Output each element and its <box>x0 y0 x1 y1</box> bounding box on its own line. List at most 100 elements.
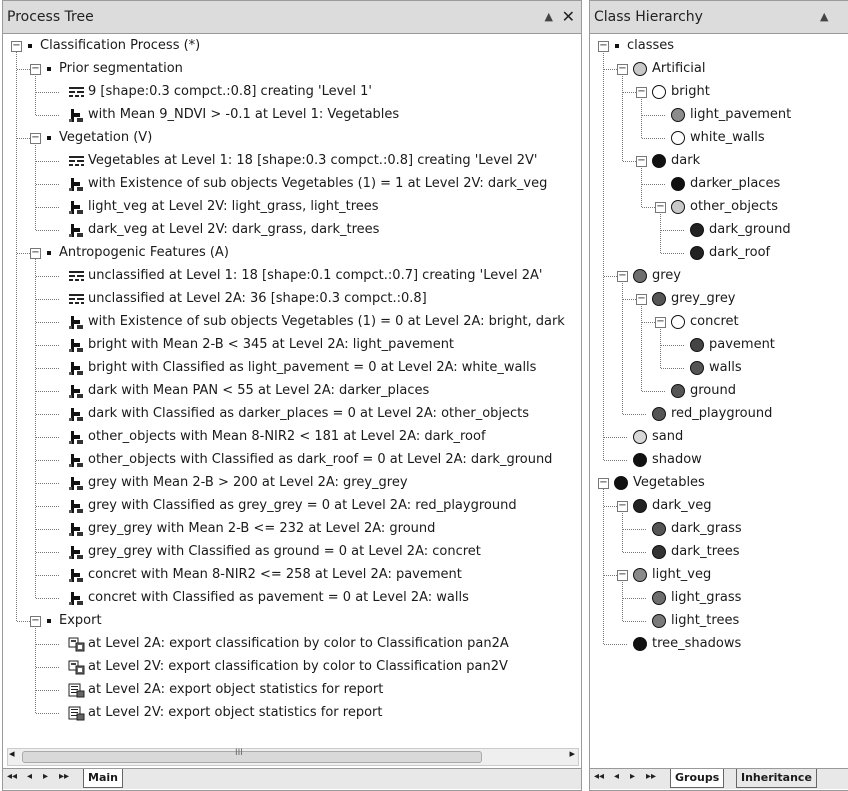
process-tree-item[interactable]: at Level 2V: export classification by co… <box>3 656 581 678</box>
class-tree-item[interactable]: − dark <box>590 150 848 172</box>
collapse-toggle-icon[interactable]: − <box>598 478 609 489</box>
class-tree-item[interactable]: − classes <box>590 35 848 57</box>
process-tree-item[interactable]: dark with Mean PAN < 55 at Level 2A: dar… <box>3 380 581 402</box>
process-tree-item[interactable]: light_veg at Level 2V: light_grass, ligh… <box>3 196 581 218</box>
collapse-toggle-icon[interactable]: − <box>30 616 41 627</box>
collapse-toggle-icon[interactable]: − <box>598 41 609 52</box>
class-tree-item[interactable]: tree_shadows <box>590 633 848 655</box>
class-tree-item[interactable]: dark_grass <box>590 518 848 540</box>
next-tab-icon[interactable]: ▸ <box>630 771 635 782</box>
process-tree-item[interactable]: dark with Classified as darker_places = … <box>3 403 581 425</box>
process-tree-item[interactable]: grey_grey with Classified as ground = 0 … <box>3 541 581 563</box>
class-color-icon <box>652 545 666 559</box>
tree-connector-line <box>36 667 59 668</box>
class-tree-item[interactable]: − light_veg <box>590 564 848 586</box>
process-tree-item[interactable]: − Prior segmentation <box>3 58 581 80</box>
first-tab-icon[interactable]: ◂◂ <box>7 771 17 782</box>
class-tree-item[interactable]: walls <box>590 357 848 379</box>
process-tree-item[interactable]: concret with Mean 8-NIR2 <= 258 at Level… <box>3 564 581 586</box>
collapse-toggle-icon[interactable]: − <box>636 156 647 167</box>
collapse-toggle-icon[interactable]: − <box>617 64 628 75</box>
process-tree-item[interactable]: unclassified at Level 2A: 36 [shape:0.3 … <box>3 288 581 310</box>
class-tree-item[interactable]: − grey_grey <box>590 288 848 310</box>
first-tab-icon[interactable]: ◂◂ <box>594 771 604 782</box>
tab-main[interactable]: Main <box>83 769 123 788</box>
class-tree-item[interactable]: − Vegetables <box>590 472 848 494</box>
class-tree-item[interactable]: shadow <box>590 449 848 471</box>
collapse-toggle-icon[interactable]: − <box>30 64 41 75</box>
process-tree-item[interactable]: Vegetables at Level 1: 18 [shape:0.3 com… <box>3 150 581 172</box>
collapse-toggle-icon[interactable]: − <box>11 41 22 52</box>
process-tree-item[interactable]: with Existence of sub objects Vegetables… <box>3 311 581 333</box>
process-tree-item[interactable]: other_objects with Classified as dark_ro… <box>3 449 581 471</box>
process-tree-item[interactable]: 9 [shape:0.3 compct.:0.8] creating 'Leve… <box>3 81 581 103</box>
class-tree-item[interactable]: − concret <box>590 311 848 333</box>
classification-icon <box>68 591 85 606</box>
process-tree-item[interactable]: grey with Classified as grey_grey = 0 at… <box>3 495 581 517</box>
collapse-toggle-icon[interactable]: − <box>30 248 41 259</box>
collapse-toggle-icon[interactable]: − <box>655 317 666 328</box>
process-tree-item[interactable]: other_objects with Mean 8-NIR2 < 181 at … <box>3 426 581 448</box>
class-tree-item[interactable]: white_walls <box>590 127 848 149</box>
prev-tab-icon[interactable]: ◂ <box>614 771 619 782</box>
process-tree-item[interactable]: at Level 2A: export object statistics fo… <box>3 679 581 701</box>
close-icon[interactable]: ✕ <box>562 1 575 33</box>
process-tree-item[interactable]: bright with Classified as light_pavement… <box>3 357 581 379</box>
next-tab-icon[interactable]: ▸ <box>43 771 48 782</box>
scrollbar-thumb[interactable]: III <box>22 748 482 763</box>
scroll-right-arrow-icon[interactable]: ▸ <box>569 747 575 760</box>
collapse-toggle-icon[interactable]: − <box>617 271 628 282</box>
class-tree-item[interactable]: light_pavement <box>590 104 848 126</box>
tab-inheritance[interactable]: Inheritance <box>736 769 817 788</box>
process-tree-item[interactable]: at Level 2V: export object statistics fo… <box>3 702 581 724</box>
collapse-toggle-icon[interactable]: − <box>636 294 647 305</box>
process-tree-item[interactable]: bright with Mean 2-B < 345 at Level 2A: … <box>3 334 581 356</box>
process-tree-item[interactable]: − Vegetation (V) <box>3 127 581 149</box>
prev-tab-icon[interactable]: ◂ <box>27 771 32 782</box>
collapse-toggle-icon[interactable]: − <box>655 202 666 213</box>
class-tree-item[interactable]: − bright <box>590 81 848 103</box>
process-tree-item[interactable]: − Antropogenic Features (A) <box>3 242 581 264</box>
tab-groups[interactable]: Groups <box>670 769 725 788</box>
class-tree-item[interactable]: − dark_veg <box>590 495 848 517</box>
class-tree-item[interactable]: light_trees <box>590 610 848 632</box>
collapse-toggle-icon[interactable]: − <box>617 570 628 581</box>
process-tree-item[interactable]: with Mean 9_NDVI > -0.1 at Level 1: Vege… <box>3 104 581 126</box>
classification-icon <box>68 338 85 353</box>
process-tree-item[interactable]: with Existence of sub objects Vegetables… <box>3 173 581 195</box>
process-tree-item[interactable]: − Classification Process (*) <box>3 35 581 57</box>
process-tree-item[interactable]: grey with Mean 2-B > 200 at Level 2A: gr… <box>3 472 581 494</box>
last-tab-icon[interactable]: ▸▸ <box>59 771 69 782</box>
last-tab-icon[interactable]: ▸▸ <box>646 771 656 782</box>
tree-item-label: dark_ground <box>709 222 791 237</box>
process-tree-item[interactable]: at Level 2A: export classification by co… <box>3 633 581 655</box>
class-tree-item[interactable]: − grey <box>590 265 848 287</box>
horizontal-scrollbar[interactable]: ◂ III ▸ <box>7 747 579 766</box>
class-tree-item[interactable]: − Artificial <box>590 58 848 80</box>
class-tree-item[interactable]: dark_roof <box>590 242 848 264</box>
collapse-toggle-icon[interactable]: − <box>636 87 647 98</box>
class-tree-item[interactable]: ground <box>590 380 848 402</box>
class-tree-item[interactable]: dark_ground <box>590 219 848 241</box>
process-tree-tabbar: ◂◂ ◂ ▸ ▸▸ Main <box>3 768 581 789</box>
process-tree-item[interactable]: − Export <box>3 610 581 632</box>
collapse-toggle-icon[interactable]: − <box>617 501 628 512</box>
class-tree-item[interactable]: pavement <box>590 334 848 356</box>
scroll-left-arrow-icon[interactable]: ◂ <box>9 747 15 760</box>
process-tree-item[interactable]: unclassified at Level 1: 18 [shape:0.1 c… <box>3 265 581 287</box>
class-tree-item[interactable]: sand <box>590 426 848 448</box>
scrollbar-grip-icon: III <box>235 748 243 758</box>
class-tree-item[interactable]: dark_trees <box>590 541 848 563</box>
process-tree-item[interactable]: dark_veg at Level 2V: dark_grass, dark_t… <box>3 219 581 241</box>
process-tree-item[interactable]: grey_grey with Mean 2-B <= 232 at Level … <box>3 518 581 540</box>
pin-icon[interactable]: ▲ <box>545 1 553 33</box>
class-tree-item[interactable]: − other_objects <box>590 196 848 218</box>
pin-icon[interactable]: ▲ <box>820 1 828 33</box>
class-tree-item[interactable]: red_playground <box>590 403 848 425</box>
tree-connector-line <box>36 713 59 714</box>
process-tree-item[interactable]: concret with Classified as pavement = 0 … <box>3 587 581 609</box>
class-tree-item[interactable]: light_grass <box>590 587 848 609</box>
class-tree-item[interactable]: darker_places <box>590 173 848 195</box>
collapse-toggle-icon[interactable]: − <box>30 133 41 144</box>
class-color-icon <box>690 361 704 375</box>
